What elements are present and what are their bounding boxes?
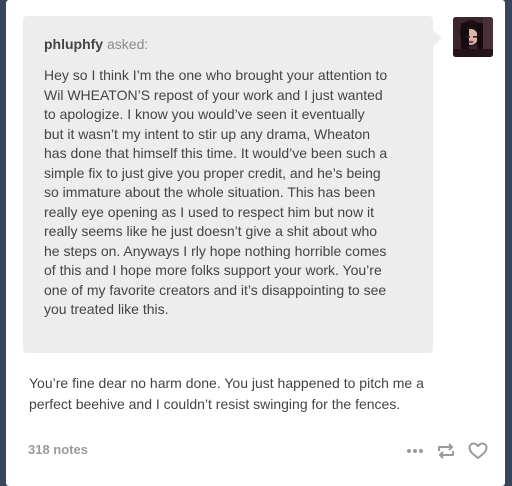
asked-label: asked: [107, 36, 149, 52]
like-icon[interactable] [468, 442, 488, 460]
post-actions [406, 440, 488, 462]
ask-bubble: phluphfy asked: Hey so I think I’m the o… [23, 16, 433, 353]
more-icon[interactable] [406, 448, 424, 454]
answer-text: You’re fine dear no harm done. You just … [29, 375, 424, 412]
question-text: Hey so I think I’m the one who brought y… [44, 67, 388, 317]
answerer-avatar[interactable] [453, 17, 493, 57]
asker-name[interactable]: phluphfy [44, 36, 103, 52]
avatar-image [453, 17, 493, 57]
reblog-icon[interactable] [436, 442, 456, 460]
ask-bubble-tail [433, 30, 442, 46]
asker-line: phluphfy asked: [44, 36, 148, 52]
post-card: phluphfy asked: Hey so I think I’m the o… [6, 0, 505, 486]
notes-count[interactable]: 318 notes [28, 442, 88, 457]
